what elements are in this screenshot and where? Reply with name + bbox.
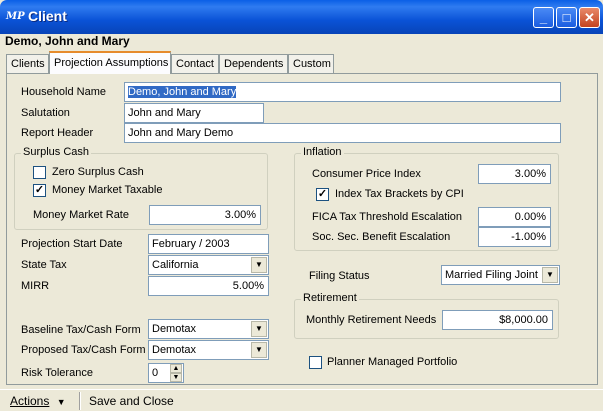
filing-status-label: Filing Status xyxy=(309,270,370,282)
money-market-taxable-checkbox[interactable]: ✓ xyxy=(33,184,46,197)
caret-down-icon: ▼ xyxy=(56,397,66,407)
state-tax-value: California xyxy=(152,259,199,271)
chevron-down-icon[interactable]: ▼ xyxy=(251,321,267,337)
cpi-input[interactable]: 3.00% xyxy=(478,164,551,184)
chevron-down-icon[interactable]: ▼ xyxy=(251,257,267,273)
chevron-down-icon[interactable]: ▼ xyxy=(251,342,267,358)
baseline-form-label: Baseline Tax/Cash Form xyxy=(21,324,141,336)
risk-tolerance-value: 0 xyxy=(152,367,159,379)
mirr-label: MIRR xyxy=(21,280,50,292)
surplus-cash-title: Surplus Cash xyxy=(21,146,92,158)
report-header-input[interactable]: John and Mary Demo xyxy=(124,123,561,143)
save-and-close-label: Save and Close xyxy=(89,394,174,408)
maximize-button[interactable]: □ xyxy=(556,7,577,28)
tab-clients[interactable]: Clients xyxy=(6,54,49,74)
ss-escalation-input[interactable]: -1.00% xyxy=(478,227,551,247)
salutation-input[interactable]: John and Mary xyxy=(124,103,264,123)
cpi-label: Consumer Price Index xyxy=(312,168,421,180)
proposed-form-label: Proposed Tax/Cash Form xyxy=(21,344,146,356)
bottom-toolbar: Actions ▼ Save and Close xyxy=(0,389,603,411)
state-tax-label: State Tax xyxy=(21,259,67,271)
household-name-input[interactable]: Demo, John and Mary xyxy=(124,82,561,102)
tab-dependents[interactable]: Dependents xyxy=(219,54,288,74)
actions-menu-button[interactable]: Actions ▼ xyxy=(10,394,66,408)
zero-surplus-checkbox[interactable] xyxy=(33,166,46,179)
retirement-title: Retirement xyxy=(301,292,359,304)
close-icon: ✕ xyxy=(584,10,595,25)
report-header-label: Report Header xyxy=(21,127,94,139)
household-name-value: Demo, John and Mary xyxy=(128,86,237,98)
toolbar-separator xyxy=(79,392,81,410)
actions-label: Actions xyxy=(10,394,50,408)
proposed-form-value: Demotax xyxy=(152,344,197,356)
minimize-icon: _ xyxy=(539,10,548,25)
risk-tolerance-spinner[interactable]: 0 ▲ ▼ xyxy=(148,363,184,383)
minimize-button[interactable]: _ xyxy=(533,7,554,28)
planner-managed-label: Planner Managed Portfolio xyxy=(327,356,458,368)
baseline-form-value: Demotax xyxy=(152,323,197,335)
spin-up-icon[interactable]: ▲ xyxy=(170,364,182,373)
projection-start-date-label: Projection Start Date xyxy=(21,238,123,250)
fica-label: FICA Tax Threshold Escalation xyxy=(312,211,463,223)
money-market-rate-label: Money Market Rate xyxy=(33,209,129,221)
inflation-title: Inflation xyxy=(301,146,344,158)
surplus-cash-group: Surplus Cash Zero Surplus Cash ✓ Money M… xyxy=(14,146,268,230)
title-bar[interactable]: MP Client _ □ ✕ xyxy=(0,0,603,34)
tab-custom[interactable]: Custom xyxy=(288,54,334,74)
ss-escalation-label: Soc. Sec. Benefit Escalation xyxy=(312,231,451,243)
monthly-retirement-needs-input[interactable]: $8,000.00 xyxy=(442,310,553,330)
tab-projection-assumptions[interactable]: Projection Assumptions xyxy=(49,51,171,74)
check-mark-icon: ✓ xyxy=(34,184,45,196)
zero-surplus-label: Zero Surplus Cash xyxy=(52,166,144,178)
planner-managed-checkbox[interactable] xyxy=(309,356,322,369)
client-name-header: Demo, John and Mary xyxy=(5,34,130,48)
check-mark-icon: ✓ xyxy=(317,188,328,200)
risk-tolerance-label: Risk Tolerance xyxy=(21,367,93,379)
salutation-label: Salutation xyxy=(21,107,70,119)
app-logo-icon: MP xyxy=(6,11,25,22)
index-brackets-checkbox[interactable]: ✓ xyxy=(316,188,329,201)
baseline-form-select[interactable]: Demotax ▼ xyxy=(148,319,269,339)
fica-input[interactable]: 0.00% xyxy=(478,207,551,227)
household-name-label: Household Name xyxy=(21,86,106,98)
client-window: MP Client _ □ ✕ Demo, John and Mary Clie… xyxy=(0,0,603,411)
monthly-retirement-needs-label: Monthly Retirement Needs xyxy=(306,314,437,326)
window-title: Client xyxy=(28,8,67,24)
money-market-taxable-label: Money Market Taxable xyxy=(52,184,163,196)
state-tax-select[interactable]: California ▼ xyxy=(148,255,269,275)
retirement-group: Retirement Monthly Retirement Needs $8,0… xyxy=(294,292,559,339)
filing-status-select[interactable]: Married Filing Joint ▼ xyxy=(441,265,560,285)
save-and-close-button[interactable]: Save and Close xyxy=(89,394,174,408)
proposed-form-select[interactable]: Demotax ▼ xyxy=(148,340,269,360)
projection-assumptions-panel: Household Name Demo, John and Mary Salut… xyxy=(6,73,598,385)
projection-start-date-input[interactable]: February / 2003 xyxy=(148,234,269,254)
mirr-input[interactable]: 5.00% xyxy=(148,276,269,296)
money-market-rate-input[interactable]: 3.00% xyxy=(149,205,261,225)
spin-down-icon[interactable]: ▼ xyxy=(170,373,182,382)
chevron-down-icon[interactable]: ▼ xyxy=(542,267,558,283)
filing-status-value: Married Filing Joint xyxy=(445,269,538,281)
close-button[interactable]: ✕ xyxy=(579,7,600,28)
index-brackets-label: Index Tax Brackets by CPI xyxy=(335,188,464,200)
inflation-group: Inflation Consumer Price Index 3.00% ✓ I… xyxy=(294,146,559,251)
maximize-icon: □ xyxy=(562,10,571,25)
tab-contact[interactable]: Contact xyxy=(171,54,219,74)
